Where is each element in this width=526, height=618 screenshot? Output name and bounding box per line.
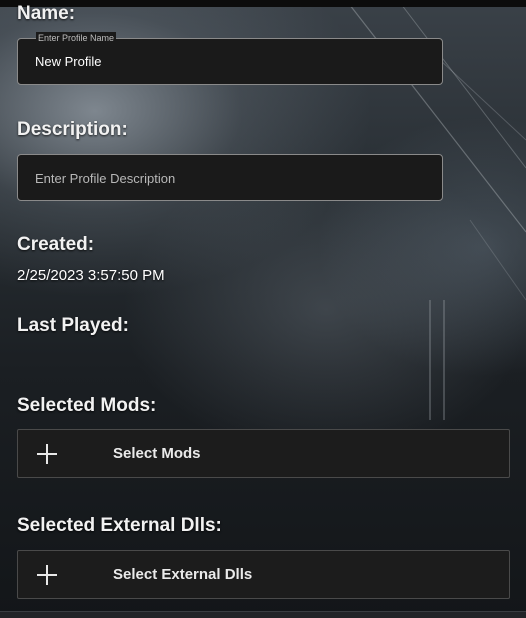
select-mods-label: Select Mods bbox=[113, 445, 201, 462]
profile-description-placeholder: Enter Profile Description bbox=[35, 171, 176, 186]
name-label: Name: bbox=[17, 3, 76, 24]
created-value: 2/25/2023 3:57:50 PM bbox=[17, 267, 165, 284]
select-mods-button[interactable]: Select Mods bbox=[17, 429, 510, 478]
profile-name-legend: Enter Profile Name bbox=[36, 32, 117, 44]
plus-icon bbox=[37, 444, 57, 464]
selected-external-dlls-label: Selected External Dlls: bbox=[17, 515, 222, 536]
profile-description-field[interactable]: Enter Profile Description bbox=[17, 154, 443, 201]
description-label: Description: bbox=[17, 119, 128, 140]
window-top-edge bbox=[0, 0, 526, 7]
profile-name-value: New Profile bbox=[35, 54, 102, 69]
last-played-label: Last Played: bbox=[17, 315, 129, 336]
plus-icon bbox=[37, 565, 57, 585]
created-label: Created: bbox=[17, 234, 95, 255]
window-bottom-edge bbox=[0, 611, 526, 618]
selected-mods-label: Selected Mods: bbox=[17, 395, 157, 416]
select-external-dlls-label: Select External Dlls bbox=[113, 566, 253, 583]
profile-name-field[interactable]: Enter Profile Name New Profile bbox=[17, 32, 443, 85]
select-external-dlls-button[interactable]: Select External Dlls bbox=[17, 550, 510, 599]
